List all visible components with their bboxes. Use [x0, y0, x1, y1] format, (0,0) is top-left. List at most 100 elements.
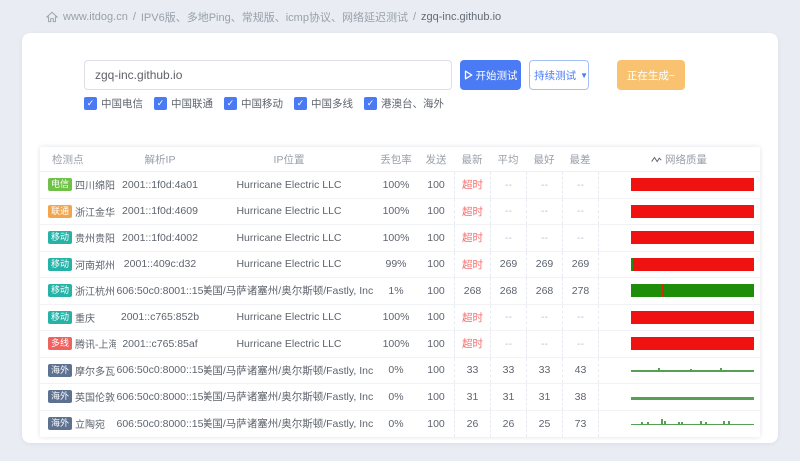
cell-ip: 2001::409c:d32 [116, 252, 204, 278]
table-row: 海外立陶宛2606:50c0:8000::153美国/马萨诸塞州/奥尔斯顿/Fa… [40, 411, 760, 438]
quality-wrap [599, 416, 760, 432]
carrier-badge: 电信 [48, 178, 72, 191]
sparkline-spike [705, 422, 707, 424]
node-name: 摩尔多瓦 [75, 363, 115, 378]
filter-item-4[interactable]: ✓港澳台、海外 [364, 96, 444, 111]
quality-wrap [599, 231, 760, 244]
table-row: 移动河南郑州2001::409c:d32Hurricane Electric L… [40, 252, 760, 279]
cell-latest: 超时 [454, 331, 490, 357]
check-icon[interactable]: ✓ [84, 97, 97, 110]
sparkline-spike [641, 422, 643, 424]
cell-quality [598, 331, 760, 357]
sparkline-spike [681, 422, 683, 424]
quality-wrap [599, 205, 760, 218]
carrier-badge: 多线 [48, 337, 72, 350]
cell-loss: 0% [374, 358, 418, 384]
start-test-button[interactable]: 开始测试 [460, 60, 521, 90]
column-header-label: 发送 [426, 152, 447, 167]
cell-loss: 1% [374, 278, 418, 304]
cell-location: Hurricane Electric LLC [204, 331, 374, 357]
column-header-6: 平均 [490, 147, 526, 171]
quality-wrap [599, 337, 760, 350]
quality-wrap [599, 389, 760, 405]
cell-best: 268 [526, 278, 562, 304]
node-name: 河南郑州 [75, 257, 115, 272]
host-input[interactable] [84, 60, 452, 90]
table-row: 移动贵州贵阳2001::1f0d:4002Hurricane Electric … [40, 225, 760, 252]
cell-quality [598, 252, 760, 278]
cell-ip: 2606:50c0:8001::153 [116, 278, 204, 304]
carrier-badge: 海外 [48, 390, 72, 403]
column-header-7: 最好 [526, 147, 562, 171]
cell-worst: -- [562, 225, 598, 251]
cell-loss: 100% [374, 172, 418, 198]
sparkline-spike [700, 421, 702, 424]
cell-avg: -- [490, 225, 526, 251]
cell-ip: 2001::1f0d:4609 [116, 199, 204, 225]
filter-item-3[interactable]: ✓中国多线 [294, 96, 353, 111]
cell-ip: 2001::1f0d:4002 [116, 225, 204, 251]
play-icon [464, 70, 473, 80]
start-test-label: 开始测试 [476, 68, 518, 83]
filter-item-2[interactable]: ✓中国移动 [224, 96, 283, 111]
carrier-badge: 联通 [48, 205, 72, 218]
generating-button[interactable]: 正在生成~ [617, 60, 685, 90]
column-header-label: IP位置 [274, 152, 305, 167]
quality-wrap [599, 258, 760, 271]
column-header-label: 最差 [570, 152, 591, 167]
cell-latest: 超时 [454, 225, 490, 251]
cell-worst: 38 [562, 384, 598, 410]
wave-icon [651, 155, 662, 164]
column-header-5: 最新 [454, 147, 490, 171]
cell-location: Hurricane Electric LLC [204, 305, 374, 331]
cell-sent: 100 [418, 278, 454, 304]
carrier-badge: 海外 [48, 417, 72, 430]
cell-loss: 100% [374, 331, 418, 357]
node-name: 浙江金华 [75, 204, 115, 219]
cell-worst: 278 [562, 278, 598, 304]
cell-location: Hurricane Electric LLC [204, 199, 374, 225]
column-header-8: 最差 [562, 147, 598, 171]
quality-wrap [599, 362, 760, 378]
cell-quality [598, 384, 760, 410]
cell-avg: 268 [490, 278, 526, 304]
breadcrumb-section[interactable]: IPV6版、多地Ping、常规版、icmp协议、网络延迟测试 [141, 9, 408, 25]
cell-latest: 26 [454, 411, 490, 438]
column-header-9: 网络质量 [598, 147, 760, 171]
breadcrumb-site[interactable]: www.itdog.cn [63, 11, 128, 23]
cell-quality [598, 278, 760, 304]
carrier-badge: 移动 [48, 231, 72, 244]
filter-item-1[interactable]: ✓中国联通 [154, 96, 213, 111]
filter-item-0[interactable]: ✓中国电信 [84, 96, 143, 111]
sparkline-spike [664, 421, 666, 424]
table-row: 移动重庆2001::c765:852bHurricane Electric LL… [40, 305, 760, 332]
table-row: 多线腾讯-上海2001::c765:85afHurricane Electric… [40, 331, 760, 358]
column-header-3: 丢包率 [374, 147, 418, 171]
cell-avg: 269 [490, 252, 526, 278]
cell-sent: 100 [418, 225, 454, 251]
cell-worst: -- [562, 172, 598, 198]
breadcrumb-target: zgq-inc.github.io [421, 11, 501, 23]
check-icon[interactable]: ✓ [154, 97, 167, 110]
quality-bar-marker [662, 284, 664, 297]
cell-loss: 100% [374, 305, 418, 331]
cell-node: 海外立陶宛 [40, 411, 116, 438]
breadcrumb-separator: / [133, 11, 136, 23]
column-header-label: 平均 [498, 152, 519, 167]
table-row: 移动浙江杭州2606:50c0:8001::153美国/马萨诸塞州/奥尔斯顿/F… [40, 278, 760, 305]
cell-location: Hurricane Electric LLC [204, 172, 374, 198]
cell-quality [598, 411, 760, 438]
node-name: 重庆 [75, 310, 95, 325]
column-header-label: 检测点 [52, 152, 84, 167]
table-row: 海外摩尔多瓦2606:50c0:8000::153美国/马萨诸塞州/奥尔斯顿/F… [40, 358, 760, 385]
check-icon[interactable]: ✓ [294, 97, 307, 110]
continuous-test-button[interactable]: 持续测试 ▼ [529, 60, 589, 90]
cell-node: 移动贵州贵阳 [40, 225, 116, 251]
check-icon[interactable]: ✓ [364, 97, 377, 110]
cell-quality [598, 305, 760, 331]
quality-bar [631, 284, 754, 297]
check-icon[interactable]: ✓ [224, 97, 237, 110]
cell-sent: 100 [418, 358, 454, 384]
cell-node: 移动重庆 [40, 305, 116, 331]
cell-latest: 超时 [454, 305, 490, 331]
